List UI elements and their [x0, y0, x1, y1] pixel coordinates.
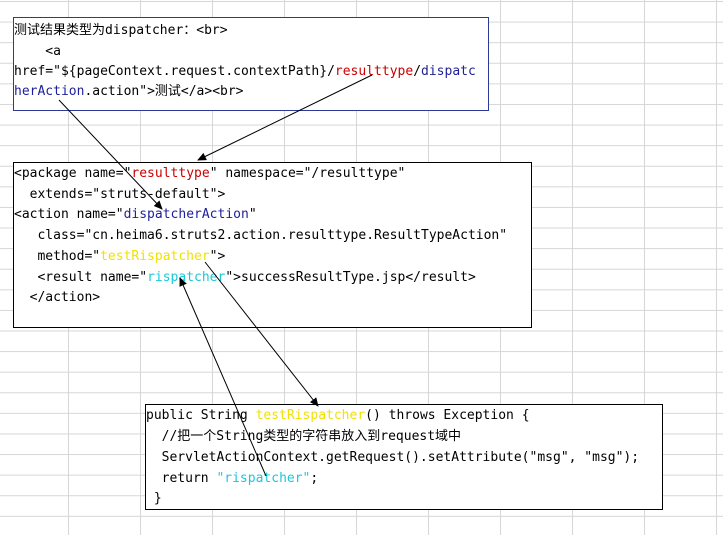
- config-line-extends: extends="struts-default">: [14, 187, 226, 202]
- method-attr: method=": [14, 249, 101, 264]
- result-tag-open: <result name=": [14, 270, 148, 285]
- config-line-action-close: </action>: [14, 290, 101, 305]
- java-signature-prefix: public String: [146, 408, 256, 423]
- result-jsp: ">successResultType.jsp</result>: [225, 270, 476, 285]
- jsp-link-snippet-box: 测试结果类型为dispatcher：<br> <a href="${pageCo…: [13, 17, 489, 111]
- result-name-rispatcher: rispatcher: [147, 270, 226, 285]
- config-line-action: <action name="dispatcherAction": [14, 205, 257, 225]
- java-line-setattribute: ServletActionContext.getRequest().setAtt…: [146, 450, 640, 465]
- jsp-line-1: 测试结果类型为dispatcher：<br>: [14, 23, 228, 38]
- jsp-slash: /: [413, 64, 422, 79]
- java-line-close-brace: }: [146, 491, 162, 506]
- java-line-comment: //把一个String类型的字符串放入到request域中: [146, 429, 462, 444]
- java-return-semicolon: ;: [310, 471, 319, 486]
- jsp-line-4: herAction.action">测试</a><br>: [14, 82, 244, 102]
- method-name-testrispatcher: testRispatcher: [100, 249, 210, 264]
- action-name-dispatcher: dispatcherAction: [123, 207, 249, 222]
- package-tag-open: <package name=": [14, 166, 132, 181]
- action-tag-open: <action name=": [14, 207, 124, 222]
- java-method-box: public String testRispatcher() throws Ex…: [145, 404, 663, 510]
- jsp-action-suffix: .action">测试</a><br>: [84, 84, 244, 99]
- jsp-namespace-resulttype: resulttype: [334, 64, 414, 79]
- jsp-line-3: href="${pageContext.request.contextPath}…: [14, 62, 476, 82]
- jsp-action-name-part2: herAction: [14, 84, 85, 99]
- struts-config-box: <package name="resulttype" namespace="/r…: [13, 162, 532, 328]
- config-line-method: method="testRispatcher">: [14, 247, 225, 267]
- jsp-action-name-part1: dispatc: [421, 64, 476, 79]
- java-return-keyword: return: [146, 471, 217, 486]
- package-name-resulttype: resulttype: [131, 166, 210, 181]
- java-line-return: return "rispatcher";: [146, 469, 319, 489]
- java-method-name: testRispatcher: [255, 408, 366, 423]
- java-return-value: "rispatcher": [216, 471, 311, 486]
- package-namespace: " namespace="/resulttype": [209, 166, 406, 181]
- config-line-package: <package name="resulttype" namespace="/r…: [14, 164, 405, 184]
- jsp-line-2: <a: [14, 44, 61, 59]
- method-attr-close: ">: [209, 249, 226, 264]
- java-signature-suffix: () throws Exception {: [365, 408, 530, 423]
- action-name-close: ": [248, 207, 257, 222]
- jsp-href-prefix: href="${pageContext.request.contextPath}…: [14, 64, 335, 79]
- java-line-signature: public String testRispatcher() throws Ex…: [146, 406, 530, 426]
- config-line-class: class="cn.heima6.struts2.action.resultty…: [14, 228, 508, 243]
- config-line-result: <result name="rispatcher">successResultT…: [14, 268, 476, 288]
